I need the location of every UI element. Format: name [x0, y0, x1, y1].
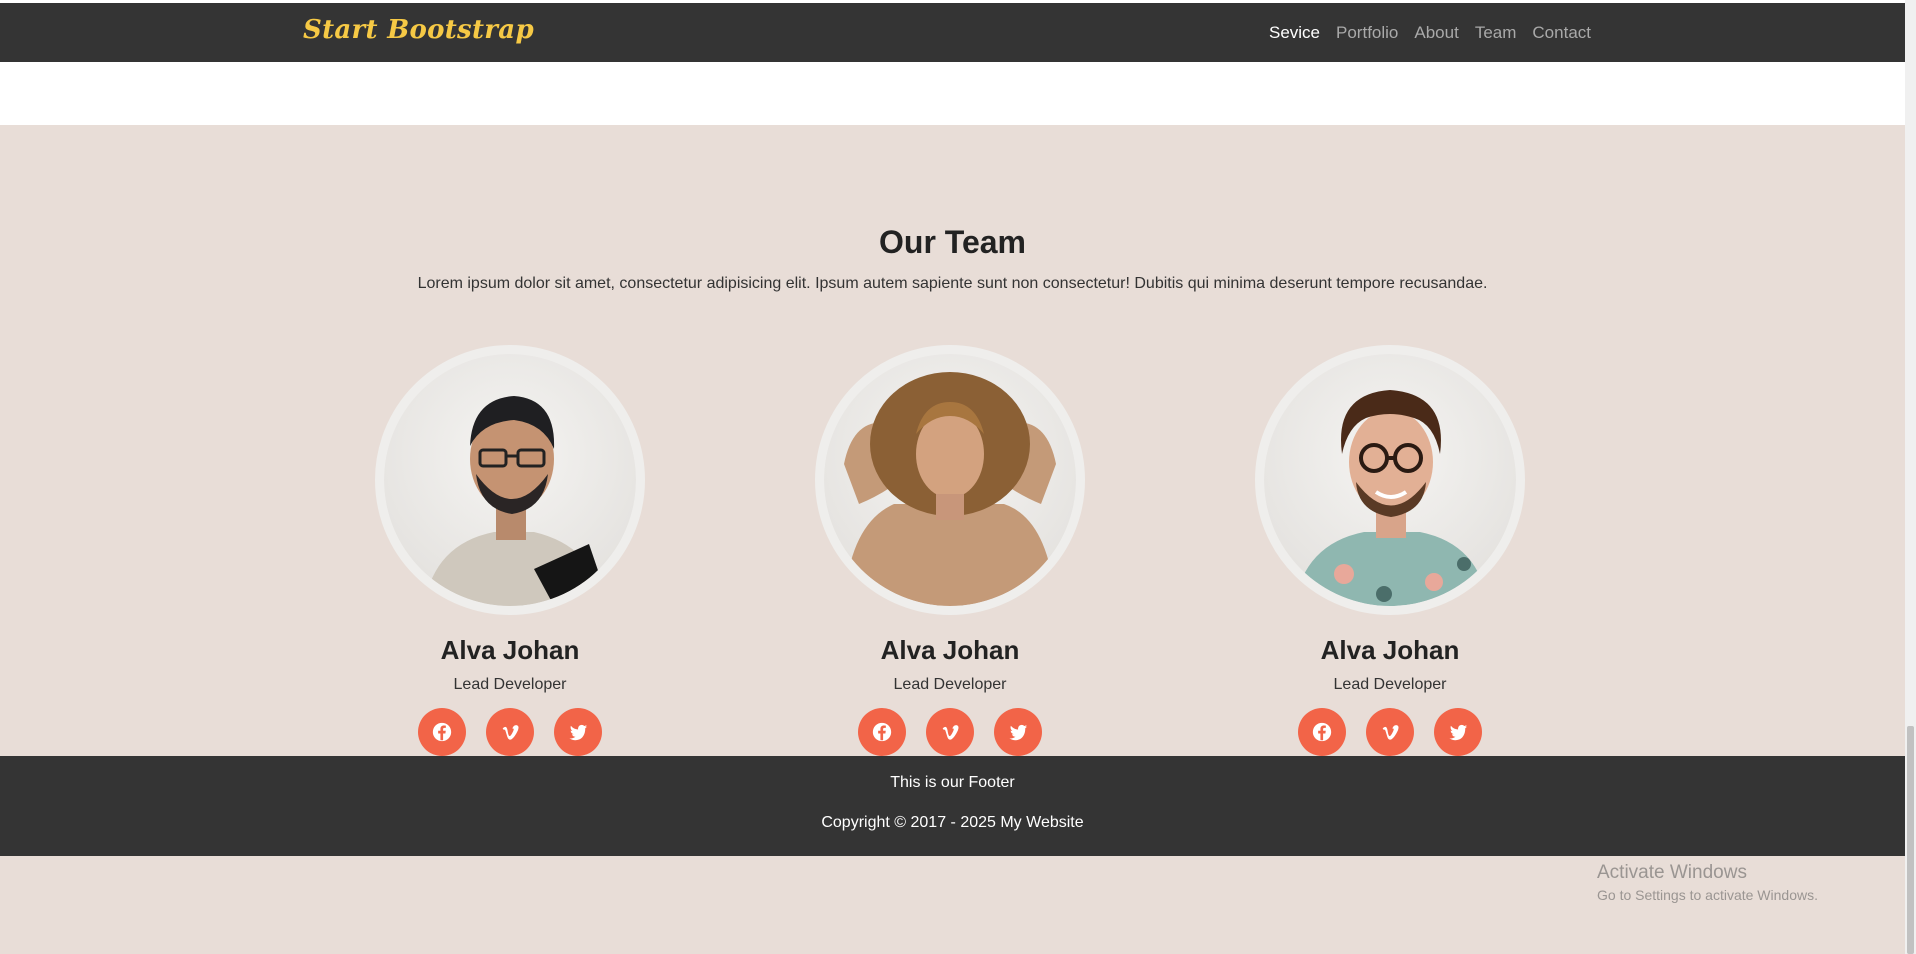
navbar: Start Bootstrap Sevice Portfolio About T…: [0, 3, 1905, 62]
avatar-illustration: [844, 372, 1056, 606]
vimeo-button[interactable]: [1366, 708, 1414, 756]
nav-link-portfolio[interactable]: Portfolio: [1336, 23, 1398, 43]
team-section: Our Team Lorem ipsum dolor sit amet, con…: [0, 125, 1905, 756]
avatar-illustration: [424, 396, 606, 606]
facebook-button[interactable]: [858, 708, 906, 756]
vimeo-button[interactable]: [486, 708, 534, 756]
previous-section-bottom: [0, 62, 1905, 125]
page-scrollbar[interactable]: [1905, 0, 1916, 954]
team-card: Alva Johan Lead Developer: [360, 345, 660, 756]
twitter-icon: [569, 724, 588, 741]
section-description: Lorem ipsum dolor sit amet, consectetur …: [417, 275, 1488, 292]
avatar: [815, 345, 1085, 615]
vimeo-icon: [502, 725, 519, 740]
facebook-icon: [432, 722, 452, 742]
twitter-icon: [1449, 724, 1468, 741]
team-card: Alva Johan Lead Developer: [800, 345, 1100, 756]
vimeo-icon: [1382, 725, 1399, 740]
facebook-icon: [1312, 722, 1332, 742]
member-role: Lead Developer: [1333, 676, 1447, 693]
member-name: Alva Johan: [880, 635, 1020, 665]
facebook-button[interactable]: [1298, 708, 1346, 756]
section-title: Our Team: [879, 224, 1026, 260]
facebook-icon: [872, 722, 892, 742]
footer: This is our Footer Copyright © 2017 - 20…: [0, 756, 1905, 856]
twitter-icon: [1009, 724, 1028, 741]
social-links: [360, 708, 660, 756]
member-role: Lead Developer: [453, 676, 567, 693]
member-role: Lead Developer: [893, 676, 1007, 693]
vimeo-button[interactable]: [926, 708, 974, 756]
nav-link-contact[interactable]: Contact: [1532, 23, 1591, 43]
team-card: Alva Johan Lead Developer: [1240, 345, 1540, 756]
vimeo-icon: [942, 725, 959, 740]
nav-link-service[interactable]: Sevice: [1269, 23, 1320, 43]
watermark-title: Activate Windows: [1597, 862, 1747, 883]
social-links: [1240, 708, 1540, 756]
member-name: Alva Johan: [440, 635, 580, 665]
scrollbar-thumb[interactable]: [1907, 726, 1914, 954]
nav-link-about[interactable]: About: [1414, 23, 1458, 43]
twitter-button[interactable]: [994, 708, 1042, 756]
facebook-button[interactable]: [418, 708, 466, 756]
nav-links: Sevice Portfolio About Team Contact: [1269, 23, 1591, 43]
avatar: [375, 345, 645, 615]
member-name: Alva Johan: [1320, 635, 1460, 665]
avatar: [1255, 345, 1525, 615]
social-links: [800, 708, 1100, 756]
avatar-illustration: [1294, 390, 1488, 606]
nav-link-team[interactable]: Team: [1475, 23, 1517, 43]
watermark-subtitle: Go to Settings to activate Windows.: [1597, 887, 1818, 903]
footer-copyright: Copyright © 2017 - 2025 My Website: [821, 814, 1084, 831]
brand-logo[interactable]: Start Bootstrap: [303, 15, 534, 45]
footer-tagline: This is our Footer: [890, 774, 1015, 791]
windows-activation-watermark: Activate Windows Go to Settings to activ…: [1597, 862, 1818, 903]
twitter-button[interactable]: [554, 708, 602, 756]
twitter-button[interactable]: [1434, 708, 1482, 756]
